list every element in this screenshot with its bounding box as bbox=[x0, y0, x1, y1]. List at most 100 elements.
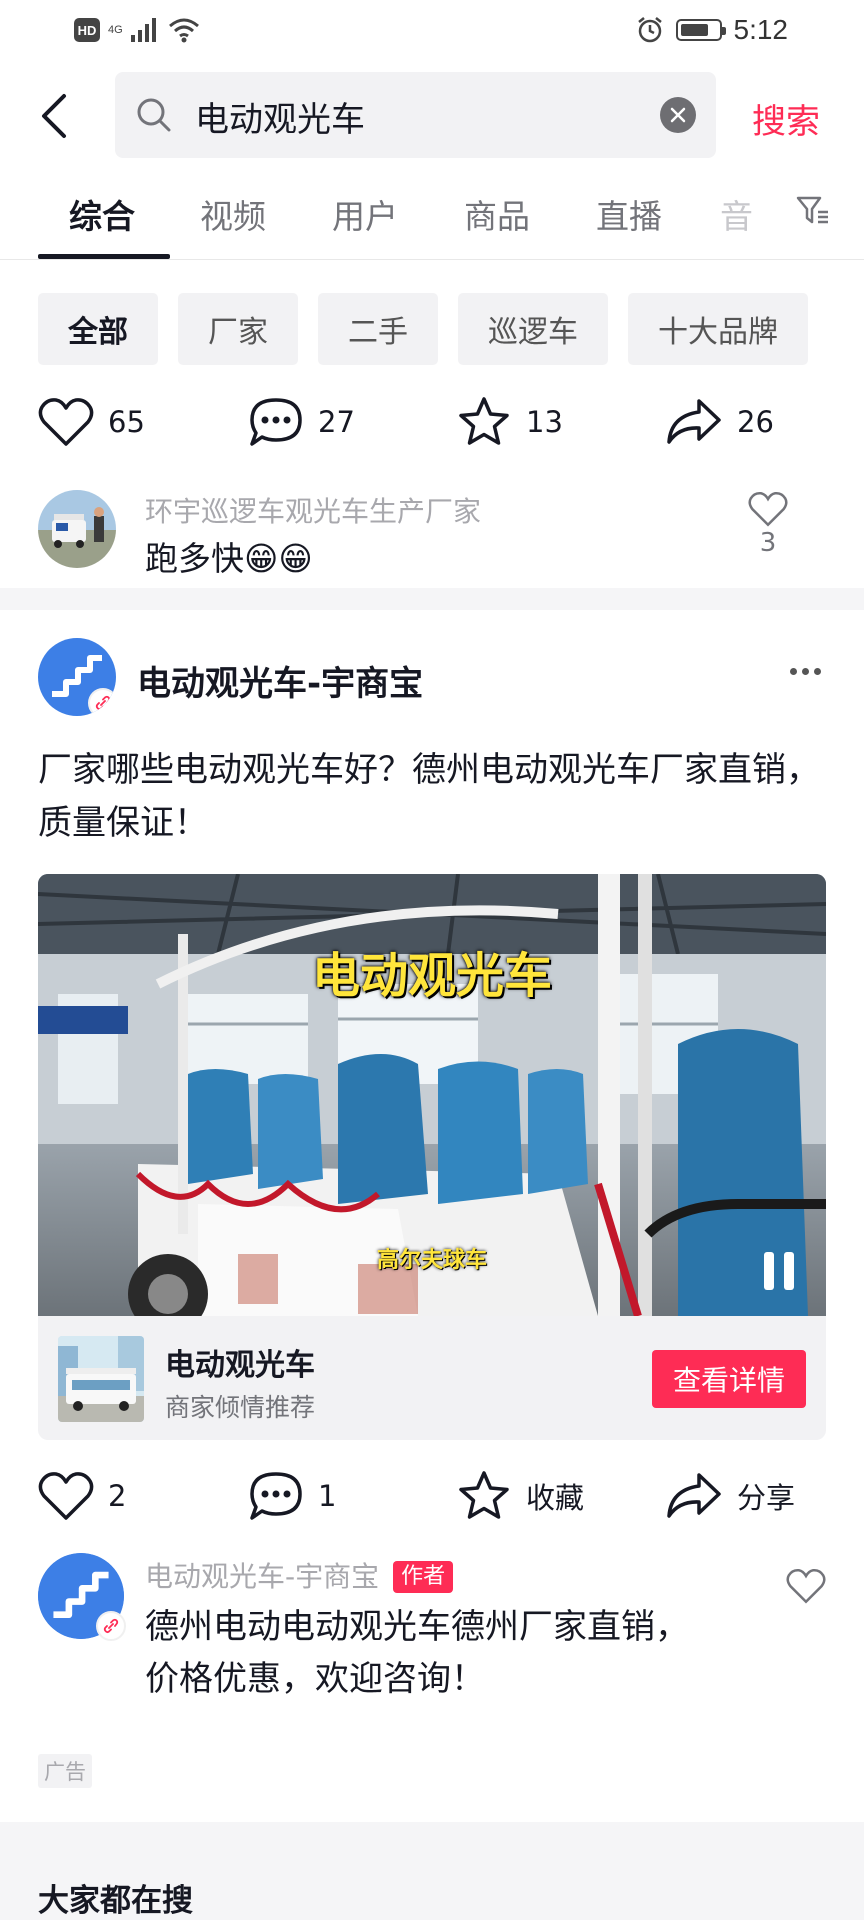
comment-like-button[interactable] bbox=[786, 1567, 826, 1605]
chip-second-hand[interactable]: 二手 bbox=[318, 293, 438, 365]
favorite-button[interactable]: 13 bbox=[456, 396, 563, 448]
product-thumbnail bbox=[58, 1336, 144, 1422]
alarm-icon bbox=[637, 17, 662, 43]
video-player[interactable]: 电动观光车 高尔夫球车 bbox=[38, 874, 826, 1316]
favorite-count: 13 bbox=[526, 405, 563, 439]
more-options-button[interactable] bbox=[790, 668, 821, 675]
share-button[interactable]: 分享 bbox=[665, 1470, 795, 1522]
avatar[interactable] bbox=[38, 490, 116, 568]
tab-comprehensive[interactable]: 综合 bbox=[69, 190, 135, 238]
like-button[interactable]: 2 bbox=[38, 1470, 126, 1522]
heart-icon bbox=[38, 398, 94, 446]
tab-music[interactable]: 音 bbox=[720, 190, 753, 238]
pause-button[interactable] bbox=[764, 1252, 794, 1290]
comment-like-count: 3 bbox=[759, 528, 777, 558]
status-right: 5:12 bbox=[636, 14, 788, 46]
comment-count: 27 bbox=[318, 405, 355, 439]
ad-label: 广告 bbox=[38, 1754, 92, 1788]
product-image bbox=[58, 1336, 144, 1422]
tab-users[interactable]: 用户 bbox=[332, 190, 398, 238]
search-input[interactable]: 电动观光车 bbox=[115, 72, 716, 158]
comment-author[interactable]: 环宇巡逻车观光车生产厂家 bbox=[145, 490, 481, 530]
section-divider bbox=[0, 588, 864, 610]
chip-top-brands[interactable]: 十大品牌 bbox=[628, 293, 808, 365]
comment-button[interactable]: 27 bbox=[248, 396, 355, 448]
post-description[interactable]: 厂家哪些电动观光车好？德州电动观光车厂家直销，质量保证！ bbox=[38, 744, 828, 850]
comment-text-line: 价格优惠，欢迎咨询！ bbox=[145, 1659, 485, 1699]
back-arrow-icon bbox=[42, 94, 66, 138]
pause-bar bbox=[784, 1252, 794, 1290]
share-label: 分享 bbox=[737, 1481, 796, 1515]
filter-icon[interactable] bbox=[796, 194, 830, 228]
trending-searches-title: 大家都在搜 bbox=[38, 1883, 193, 1919]
search-query: 电动观光车 bbox=[195, 100, 365, 140]
top-comment[interactable]: 环宇巡逻车观光车生产厂家 跑多快😁😁 3 bbox=[38, 490, 838, 580]
more-dot bbox=[814, 668, 821, 675]
share-arrow-icon bbox=[667, 399, 721, 444]
link-icon bbox=[103, 1618, 119, 1634]
share-count: 26 bbox=[737, 405, 774, 439]
previous-post-actions: 65 27 13 26 bbox=[38, 396, 828, 456]
close-icon bbox=[670, 107, 686, 123]
wifi-icon bbox=[169, 18, 199, 43]
hd-badge: HD bbox=[74, 18, 100, 42]
network-type: 4G bbox=[108, 24, 123, 36]
comment-text-line: 德州电动电动观光车德州厂家直销， bbox=[145, 1607, 689, 1647]
favorite-label: 收藏 bbox=[526, 1481, 585, 1515]
comment-author-name[interactable]: 电动观光车-宇商宝 bbox=[145, 1560, 379, 1593]
star-icon bbox=[459, 1471, 509, 1519]
status-left: HD 4G bbox=[74, 17, 200, 43]
comment-icon bbox=[250, 398, 302, 446]
clear-search-button[interactable] bbox=[660, 97, 696, 133]
avatar[interactable] bbox=[38, 1553, 126, 1641]
active-tab-indicator bbox=[38, 254, 170, 259]
view-details-button[interactable]: 查看详情 bbox=[652, 1350, 806, 1408]
product-subtitle: 商家倾情推荐 bbox=[165, 1393, 316, 1422]
comment-count: 1 bbox=[318, 1479, 337, 1513]
signal-icon bbox=[131, 18, 156, 42]
like-count: 65 bbox=[108, 405, 145, 439]
like-button[interactable]: 65 bbox=[38, 396, 145, 448]
search-header: 电动观光车 搜索 bbox=[0, 70, 864, 160]
star-icon bbox=[459, 397, 509, 445]
comment-text: 德州电动电动观光车德州厂家直销， 价格优惠，欢迎咨询！ bbox=[145, 1601, 689, 1705]
ad-post-actions: 2 1 收藏 分享 bbox=[38, 1470, 828, 1530]
author-comment[interactable]: 电动观光车-宇商宝 作者 德州电动电动观光车德州厂家直销， 价格优惠，欢迎咨询！ bbox=[38, 1553, 838, 1703]
share-button[interactable]: 26 bbox=[665, 396, 774, 448]
status-bar: HD 4G 5:12 bbox=[0, 0, 864, 62]
filter-chips: 全部 厂家 二手 巡逻车 十大品牌 bbox=[38, 293, 808, 365]
chip-manufacturer[interactable]: 厂家 bbox=[178, 293, 298, 365]
result-tabs: 综合 视频 用户 商品 直播 音 bbox=[0, 180, 864, 260]
back-button[interactable] bbox=[36, 92, 76, 140]
search-submit-button[interactable]: 搜索 bbox=[752, 94, 820, 143]
heart-icon bbox=[748, 491, 788, 527]
heart-icon bbox=[38, 1472, 94, 1520]
tab-products[interactable]: 商品 bbox=[464, 190, 530, 238]
like-count: 2 bbox=[108, 1479, 127, 1513]
video-title-overlay: 电动观光车 bbox=[311, 948, 552, 1004]
tab-video[interactable]: 视频 bbox=[200, 190, 266, 238]
pause-bar bbox=[764, 1252, 774, 1290]
chip-all[interactable]: 全部 bbox=[38, 293, 158, 365]
link-badge bbox=[88, 688, 116, 716]
favorite-button[interactable]: 收藏 bbox=[456, 1470, 584, 1522]
video-subtitle: 高尔夫球车 bbox=[376, 1248, 487, 1273]
post-author-name[interactable]: 电动观光车-宇商宝 bbox=[137, 656, 423, 705]
more-dot bbox=[790, 668, 797, 675]
post-author-avatar[interactable] bbox=[38, 638, 116, 716]
product-name: 电动观光车 bbox=[165, 1348, 315, 1383]
comment-like-button[interactable]: 3 bbox=[748, 490, 788, 558]
comment-button[interactable]: 1 bbox=[248, 1470, 336, 1522]
chip-patrol-car[interactable]: 巡逻车 bbox=[458, 293, 608, 365]
battery-level bbox=[680, 24, 708, 36]
comment-text: 跑多快😁😁 bbox=[145, 539, 313, 578]
comment-icon bbox=[250, 1472, 302, 1520]
product-card[interactable]: 电动观光车 商家倾情推荐 查看详情 bbox=[38, 1316, 826, 1440]
link-icon bbox=[95, 695, 111, 711]
link-badge bbox=[96, 1611, 126, 1641]
share-arrow-icon bbox=[667, 1473, 721, 1518]
search-icon bbox=[137, 98, 171, 132]
tab-live[interactable]: 直播 bbox=[596, 190, 662, 238]
avatar-image bbox=[38, 490, 116, 568]
heart-icon bbox=[786, 1568, 826, 1604]
